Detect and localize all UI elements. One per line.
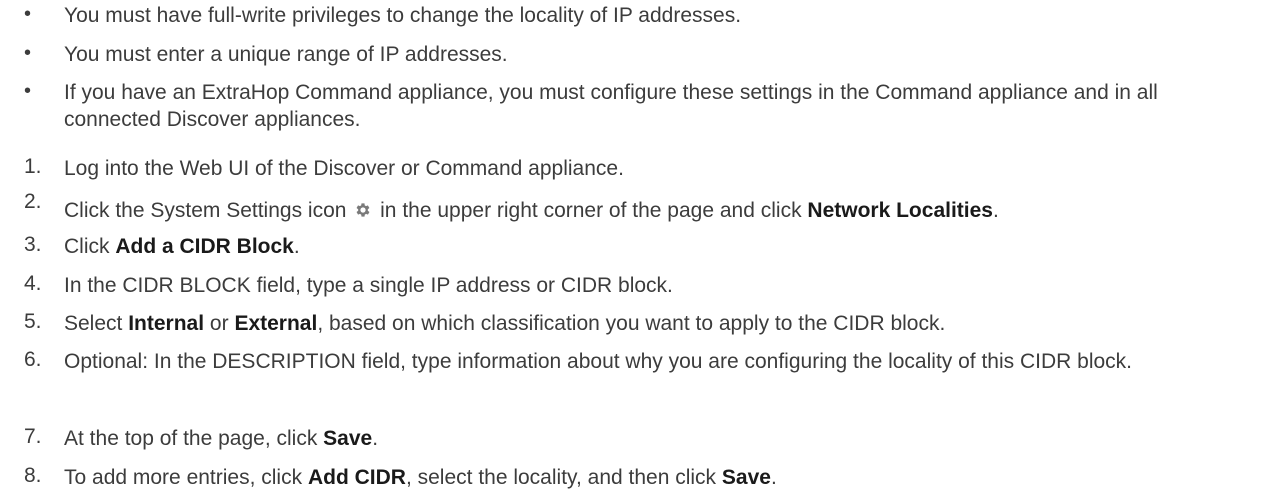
bullet-marker: • [24,80,32,102]
save-label: Save [323,427,373,450]
prerequisite-text: You must have full-write privileges to c… [64,4,742,27]
prerequisite-text: You must enter a unique range of IP addr… [64,43,508,66]
step-number: 1. [24,155,42,178]
gear-icon [356,203,370,217]
step-text-part: , based on which classification you want… [317,312,946,335]
step-text: Click Add a CIDR Block. [64,233,300,260]
step-text: At the top of the page, click Save. [64,425,378,452]
network-localities-label: Network Localities [807,199,993,222]
external-label: External [234,312,318,335]
step-text-part: , select the locality, and then click [405,466,717,489]
step-number: 6. [24,348,42,371]
step-number: 7. [24,425,42,448]
step-text-part: or [209,312,229,335]
step-text: In the CIDR BLOCK field, type a single I… [64,274,673,297]
step-text-part: Click the System Settings icon [64,199,347,222]
add-cidr-label: Add CIDR [307,466,406,489]
bullet-marker: • [24,3,32,25]
step-text-part: in the upper right corner of the page an… [380,199,802,222]
step-number: 8. [24,464,42,487]
step-text-part: . [372,427,379,450]
step-text: Click the System Settings icon in the up… [64,197,999,224]
internal-label: Internal [128,312,205,335]
step-text-part: Select [64,312,123,335]
step-text: Optional: In the DESCRIPTION field, type… [64,350,1132,373]
step-text-part: . [293,235,300,258]
step-text-part: . [770,466,777,489]
step-text-part: Click [64,235,110,258]
step-text: To add more entries, click Add CIDR, sel… [64,464,777,491]
step-number: 5. [24,310,42,333]
step-number: 4. [24,272,42,295]
add-cidr-block-label: Add a CIDR Block [115,235,294,258]
step-text-part: To add more entries, click [64,466,303,489]
step-number: 3. [24,233,42,256]
step-text-part: . [992,199,999,222]
step-text: Log into the Web UI of the Discover or C… [64,157,624,180]
step-text: Select Internal or External, based on wh… [64,310,945,337]
bullet-marker: • [24,42,32,64]
step-number: 2. [24,190,42,213]
prerequisite-text: If you have an ExtraHop Command applianc… [64,81,1158,131]
step-text-part: At the top of the page, click [64,427,318,450]
save-label: Save [721,466,771,489]
